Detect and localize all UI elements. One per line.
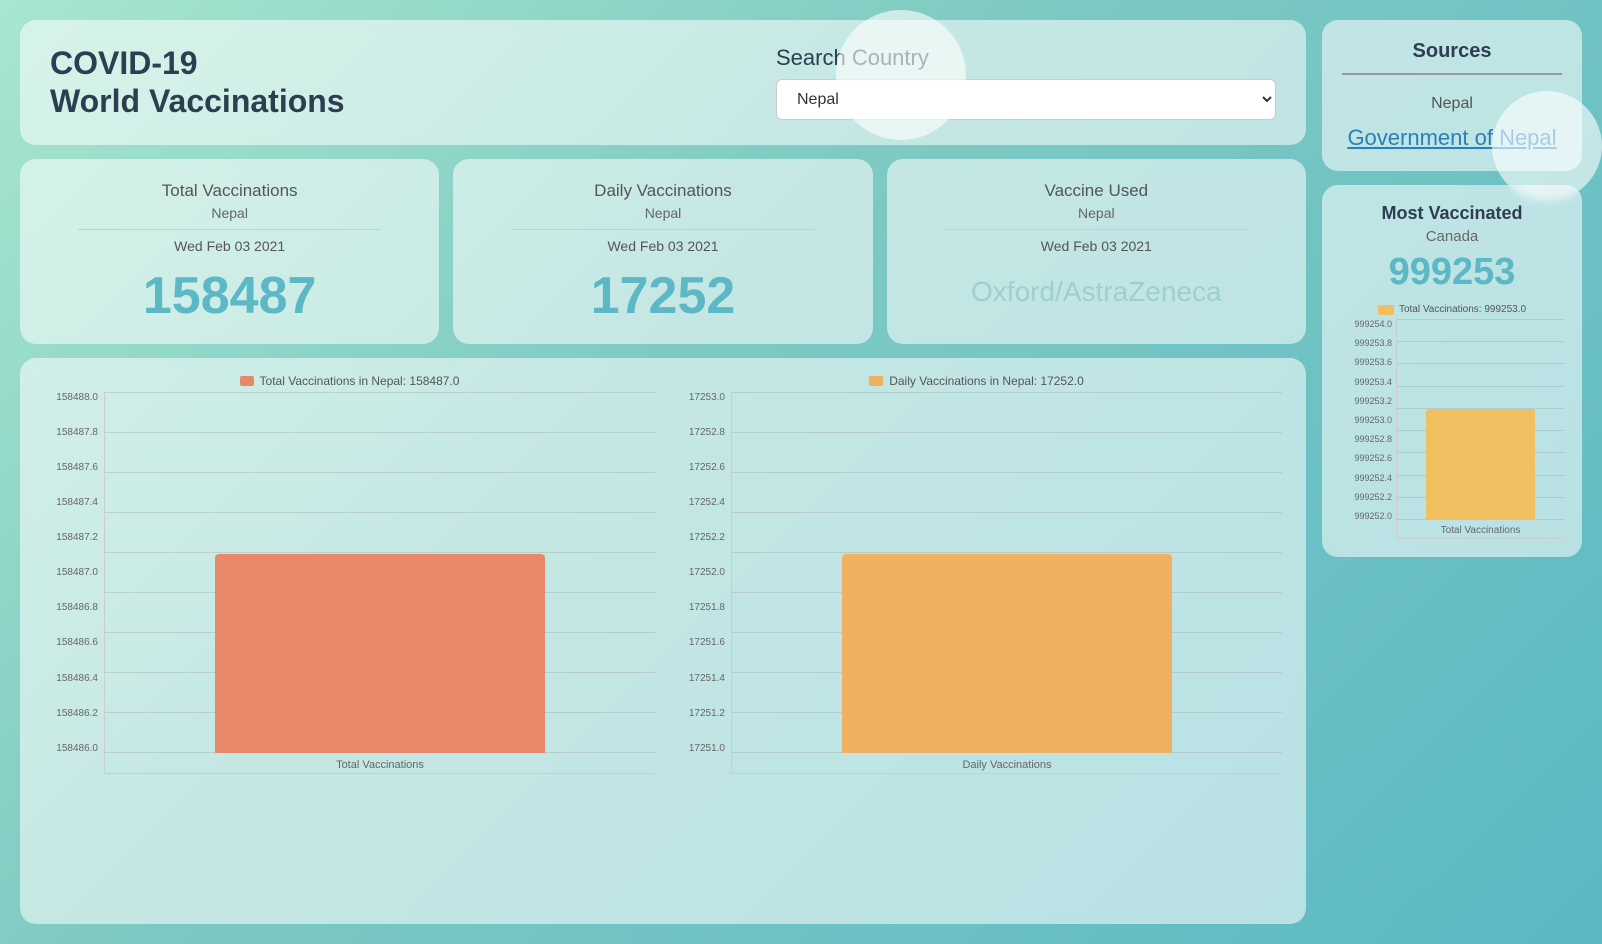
total-legend-text: Total Vaccinations in Nepal: 158487.0 [260,374,460,388]
total-chart-legend: Total Vaccinations in Nepal: 158487.0 [44,374,655,388]
total-vacc-value: 158487 [40,266,419,326]
daily-chart-area: 17253.0 17252.8 17252.6 17252.4 17252.2 … [671,392,1282,774]
most-vacc-country: Canada [1340,228,1564,245]
daily-vaccinations-card: Daily Vaccinations Nepal Wed Feb 03 2021… [453,159,872,344]
total-chart-area: 158488.0 158487.8 158487.6 158487.4 1584… [44,392,655,774]
daily-legend-text: Daily Vaccinations in Nepal: 17252.0 [889,374,1084,388]
mv-y-axis: 999254.0 999253.8 999253.6 999253.4 9992… [1340,319,1396,539]
total-vacc-country: Nepal [40,205,419,221]
total-chart: Total Vaccinations in Nepal: 158487.0 15… [36,374,663,774]
header-card: COVID-19 World Vaccinations Search Count… [20,20,1306,145]
daily-chart: Daily Vaccinations in Nepal: 17252.0 172… [663,374,1290,774]
daily-legend-dot [869,376,883,386]
most-vaccinated-card: Most Vaccinated Canada 999253 Total Vacc… [1322,185,1582,557]
mv-bar [1426,409,1535,520]
mv-bar-area: Total Vaccinations [1396,319,1564,539]
daily-vacc-country: Nepal [473,205,852,221]
vaccine-date: Wed Feb 03 2021 [907,238,1286,254]
mv-chart: 999254.0 999253.8 999253.6 999253.4 9992… [1340,319,1564,539]
charts-card: Total Vaccinations in Nepal: 158487.0 15… [20,358,1306,924]
vaccine-used-card: Vaccine Used Nepal Wed Feb 03 2021 Oxfor… [887,159,1306,344]
daily-bar-label: Daily Vaccinations [732,759,1282,771]
daily-vacc-date: Wed Feb 03 2021 [473,238,852,254]
main-panel: COVID-19 World Vaccinations Search Count… [20,20,1306,924]
sources-card: Sources Nepal Government of Nepal [1322,20,1582,171]
most-vacc-title: Most Vaccinated [1340,203,1564,224]
daily-vacc-value: 17252 [473,266,852,326]
vaccine-country: Nepal [907,205,1286,221]
vaccine-value: Oxford/AstraZeneca [907,266,1286,318]
stats-row: Total Vaccinations Nepal Wed Feb 03 2021… [20,159,1306,344]
app-title: COVID-19 World Vaccinations [50,44,345,121]
mv-legend-dot [1378,305,1394,315]
sources-title: Sources [1342,40,1562,75]
total-legend-dot [240,376,254,386]
daily-bar-container: Daily Vaccinations [731,392,1282,774]
total-vacc-title: Total Vaccinations [40,181,419,201]
mv-legend-text: Total Vaccinations: 999253.0 [1399,304,1526,315]
mv-bar-label: Total Vaccinations [1397,525,1564,536]
total-vacc-date: Wed Feb 03 2021 [40,238,419,254]
circle-decoration [836,10,966,140]
total-bar-container: Total Vaccinations [104,392,655,774]
daily-chart-legend: Daily Vaccinations in Nepal: 17252.0 [671,374,1282,388]
vaccine-title: Vaccine Used [907,181,1286,201]
daily-bar [842,554,1172,753]
charts-wrapper: Total Vaccinations in Nepal: 158487.0 15… [36,374,1290,774]
most-vacc-value: 999253 [1340,251,1564,294]
right-panel: Sources Nepal Government of Nepal Most V… [1322,20,1582,924]
total-vaccinations-card: Total Vaccinations Nepal Wed Feb 03 2021… [20,159,439,344]
total-bar [215,554,545,753]
mv-legend: Total Vaccinations: 999253.0 [1340,304,1564,315]
total-y-axis: 158488.0 158487.8 158487.6 158487.4 1584… [44,392,104,774]
daily-vacc-title: Daily Vaccinations [473,181,852,201]
total-bar-label: Total Vaccinations [105,759,655,771]
daily-y-axis: 17253.0 17252.8 17252.6 17252.4 17252.2 … [671,392,731,774]
